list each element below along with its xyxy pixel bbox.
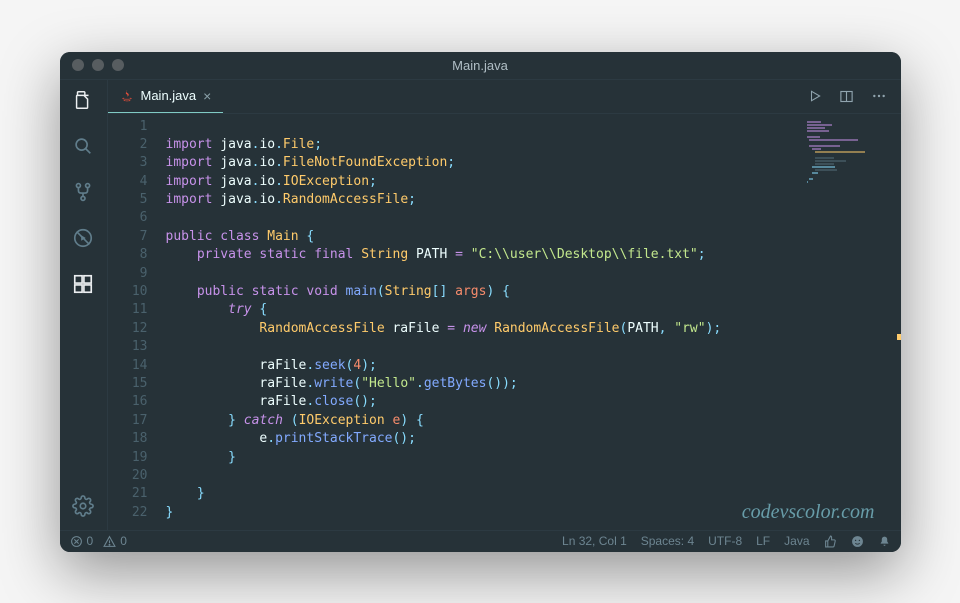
editor-actions <box>807 80 901 113</box>
line-number-gutter: 12345678910111213141516171819202122 <box>108 114 166 530</box>
code-line[interactable]: e.printStackTrace(); <box>166 430 901 448</box>
warning-count: 0 <box>120 534 127 548</box>
status-warnings[interactable]: 0 <box>103 534 127 548</box>
tab-bar: Main.java × <box>108 80 901 114</box>
explorer-icon[interactable] <box>71 88 95 112</box>
code-line[interactable] <box>166 338 901 356</box>
status-indent[interactable]: Spaces: 4 <box>641 534 694 548</box>
line-number: 17 <box>108 412 148 430</box>
line-number: 10 <box>108 283 148 301</box>
line-number: 22 <box>108 504 148 522</box>
line-number: 9 <box>108 265 148 283</box>
debug-icon[interactable] <box>71 226 95 250</box>
minimize-window-button[interactable] <box>92 59 104 71</box>
traffic-lights <box>60 59 124 71</box>
code-line[interactable]: import java.io.RandomAccessFile; <box>166 191 901 209</box>
code-line[interactable]: public class Main { <box>166 228 901 246</box>
editor-window: Main.java <box>60 52 901 552</box>
code-line[interactable]: import java.io.FileNotFoundException; <box>166 154 901 172</box>
error-count: 0 <box>87 534 94 548</box>
editor[interactable]: 12345678910111213141516171819202122 impo… <box>108 114 901 530</box>
scroll-marker <box>897 334 901 340</box>
activity-bar <box>60 80 108 530</box>
zoom-window-button[interactable] <box>112 59 124 71</box>
status-bar: 0 0 Ln 32, Col 1 Spaces: 4 UTF-8 LF Java <box>60 530 901 552</box>
line-number: 15 <box>108 375 148 393</box>
titlebar: Main.java <box>60 52 901 80</box>
code-line[interactable]: try { <box>166 301 901 319</box>
code-line[interactable] <box>166 467 901 485</box>
line-number: 16 <box>108 393 148 411</box>
line-number: 3 <box>108 154 148 172</box>
code-line[interactable]: } catch (IOException e) { <box>166 412 901 430</box>
line-number: 11 <box>108 301 148 319</box>
tab-label: Main.java <box>141 88 197 103</box>
line-number: 13 <box>108 338 148 356</box>
code-line[interactable]: public static void main(String[] args) { <box>166 283 901 301</box>
line-number: 6 <box>108 209 148 227</box>
line-number: 19 <box>108 449 148 467</box>
code-line[interactable]: private static final String PATH = "C:\\… <box>166 246 901 264</box>
split-editor-icon[interactable] <box>839 88 855 104</box>
java-file-icon <box>120 89 134 103</box>
code-line[interactable]: import java.io.IOException; <box>166 173 901 191</box>
window-body: Main.java × 12345678910111213141516 <box>60 80 901 530</box>
line-number: 2 <box>108 136 148 154</box>
tab-close-icon[interactable]: × <box>203 88 211 104</box>
code-line[interactable] <box>166 209 901 227</box>
line-number: 5 <box>108 191 148 209</box>
tab-main-java[interactable]: Main.java × <box>108 80 224 113</box>
code-line[interactable]: } <box>166 504 901 522</box>
line-number: 21 <box>108 485 148 503</box>
code-line[interactable]: raFile.seek(4); <box>166 357 901 375</box>
line-number: 20 <box>108 467 148 485</box>
status-thumbs-up-icon[interactable] <box>824 535 837 548</box>
status-language[interactable]: Java <box>784 534 809 548</box>
run-icon[interactable] <box>807 88 823 104</box>
line-number: 8 <box>108 246 148 264</box>
source-control-icon[interactable] <box>71 180 95 204</box>
code-line[interactable] <box>166 265 901 283</box>
close-window-button[interactable] <box>72 59 84 71</box>
line-number: 12 <box>108 320 148 338</box>
more-actions-icon[interactable] <box>871 88 887 104</box>
status-eol[interactable]: LF <box>756 534 770 548</box>
code-line[interactable]: } <box>166 449 901 467</box>
search-icon[interactable] <box>71 134 95 158</box>
status-line-col[interactable]: Ln 32, Col 1 <box>562 534 627 548</box>
line-number: 1 <box>108 118 148 136</box>
status-errors[interactable]: 0 <box>70 534 94 548</box>
code-area[interactable]: import java.io.File;import java.io.FileN… <box>166 114 901 530</box>
line-number: 14 <box>108 357 148 375</box>
line-number: 18 <box>108 430 148 448</box>
extensions-icon[interactable] <box>71 272 95 296</box>
code-line[interactable]: raFile.write("Hello".getBytes()); <box>166 375 901 393</box>
code-line[interactable]: } <box>166 485 901 503</box>
code-line[interactable] <box>166 118 901 136</box>
line-number: 7 <box>108 228 148 246</box>
status-bell-icon[interactable] <box>878 535 891 548</box>
code-line[interactable]: RandomAccessFile raFile = new RandomAcce… <box>166 320 901 338</box>
status-encoding[interactable]: UTF-8 <box>708 534 742 548</box>
status-feedback-icon[interactable] <box>851 535 864 548</box>
editor-main: Main.java × 12345678910111213141516 <box>108 80 901 530</box>
window-title: Main.java <box>60 58 901 73</box>
code-line[interactable]: import java.io.File; <box>166 136 901 154</box>
settings-gear-icon[interactable] <box>71 494 95 518</box>
line-number: 4 <box>108 173 148 191</box>
code-line[interactable]: raFile.close(); <box>166 393 901 411</box>
